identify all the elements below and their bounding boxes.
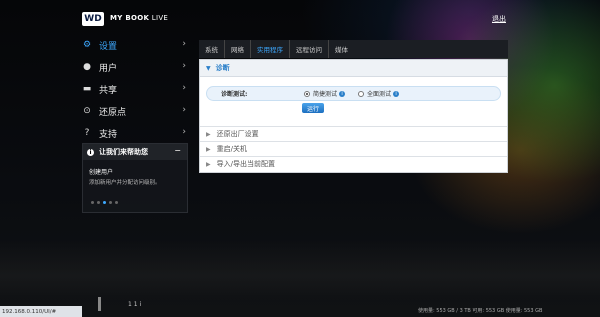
- option-label: 全面测试: [367, 91, 392, 98]
- quick-test-option[interactable]: 简捷测试 i: [304, 89, 346, 98]
- radio-selected[interactable]: [304, 90, 310, 97]
- section-label: 重启/关机: [216, 145, 247, 153]
- chevron-right-icon: ›: [182, 83, 186, 93]
- help-item-title[interactable]: 创建用户: [89, 167, 187, 176]
- help-title: 让我们来帮助您: [99, 148, 148, 156]
- sidebar-item-label: 共享: [99, 85, 118, 96]
- diagnostics-row: 诊断测试: 简捷测试 i 全面测试 i: [206, 86, 501, 101]
- sidebar-item-users[interactable]: ● 用户 ›: [82, 56, 192, 78]
- logout-link[interactable]: 退出: [492, 14, 506, 24]
- help-pager: [91, 201, 118, 204]
- chevron-right-icon: ›: [182, 39, 186, 49]
- pager-dot[interactable]: [115, 201, 118, 204]
- tab-system[interactable]: 系统: [199, 40, 225, 58]
- settings-tabs: 系统 网络 实用程序 远程访问 媒体: [199, 40, 508, 58]
- tab-network[interactable]: 网络: [225, 40, 251, 58]
- pager-dot[interactable]: [109, 201, 112, 204]
- full-test-option[interactable]: 全面测试 i: [358, 89, 400, 98]
- run-button[interactable]: 运行: [302, 103, 324, 113]
- help-icon: ?: [84, 128, 90, 138]
- pager-dot[interactable]: [97, 201, 100, 204]
- info-icon[interactable]: i: [393, 90, 400, 97]
- caret-right-icon: ▶: [206, 145, 211, 153]
- chevron-right-icon: ›: [182, 61, 186, 71]
- floor-reflection: [0, 240, 600, 300]
- info-icon: i: [87, 148, 94, 156]
- chevron-right-icon: ›: [182, 105, 186, 115]
- status-url: 192.168.0.110/UI/#: [0, 306, 82, 317]
- pager-dot-active[interactable]: [103, 201, 106, 204]
- section-label: 导入/导出当前配置: [216, 160, 275, 168]
- caret-right-icon: ▶: [206, 160, 211, 168]
- sidebar-item-label: 用户: [99, 63, 118, 74]
- sidebar-nav: ⚙ 设置 › ● 用户 › ▬ 共享 › ⊙ 还原点 › ? 支持 ›: [82, 34, 192, 144]
- product-name: MY BOOK LIVE: [110, 14, 169, 22]
- section-import-export-config[interactable]: ▶ 导入/导出当前配置: [200, 156, 507, 171]
- sidebar-item-label: 设置: [99, 41, 118, 52]
- option-label: 简捷测试: [313, 91, 338, 98]
- device-label: 1 1 i: [128, 301, 142, 308]
- info-icon[interactable]: i: [339, 90, 346, 97]
- tab-remote-access[interactable]: 远程访问: [290, 40, 329, 58]
- tab-media[interactable]: 媒体: [329, 40, 354, 58]
- caret-down-icon: ▼: [206, 64, 211, 72]
- folder-icon: ▬: [82, 84, 92, 94]
- help-header[interactable]: i 让我们来帮助您 −: [83, 144, 187, 160]
- help-item-desc: 添加新用户并分配访问级别。: [89, 180, 161, 186]
- gear-icon: ⚙: [82, 40, 92, 50]
- collapse-icon[interactable]: −: [174, 146, 181, 155]
- device-icon: [98, 297, 101, 311]
- pager-dot[interactable]: [91, 201, 94, 204]
- tab-utilities[interactable]: 实用程序: [251, 40, 290, 58]
- sidebar-item-label: 还原点: [99, 107, 127, 118]
- wd-logo: WD: [82, 12, 104, 26]
- section-title: 诊断: [215, 64, 230, 72]
- sidebar-item-shares[interactable]: ▬ 共享 ›: [82, 78, 192, 100]
- sidebar-item-restore[interactable]: ⊙ 还原点 ›: [82, 100, 192, 122]
- help-panel: i 让我们来帮助您 − 创建用户 添加新用户并分配访问级别。: [82, 143, 188, 213]
- utilities-panel: ▼ 诊断 诊断测试: 简捷测试 i 全面测试 i 运行 ▶ 还原出厂设置 ▶ 重…: [199, 59, 508, 173]
- sidebar-item-settings[interactable]: ⚙ 设置 ›: [82, 34, 192, 56]
- section-factory-reset[interactable]: ▶ 还原出厂设置: [200, 126, 507, 141]
- sidebar-item-support[interactable]: ? 支持 ›: [82, 122, 192, 144]
- restore-icon: ⊙: [83, 106, 91, 116]
- section-label: 还原出厂设置: [216, 130, 259, 138]
- user-icon: ●: [83, 62, 91, 72]
- diagnostics-header[interactable]: ▼ 诊断: [200, 60, 507, 77]
- chevron-right-icon: ›: [182, 127, 186, 137]
- sidebar-item-label: 支持: [99, 129, 118, 140]
- diagnostics-label: 诊断测试:: [221, 91, 248, 98]
- capacity-readout: 使用量: 553 GB / 3 TB 可用: 553 GB 使用量: 553 G…: [418, 308, 543, 314]
- radio-unselected[interactable]: [358, 90, 365, 97]
- caret-right-icon: ▶: [206, 130, 211, 138]
- section-reboot-shutdown[interactable]: ▶ 重启/关机: [200, 141, 507, 156]
